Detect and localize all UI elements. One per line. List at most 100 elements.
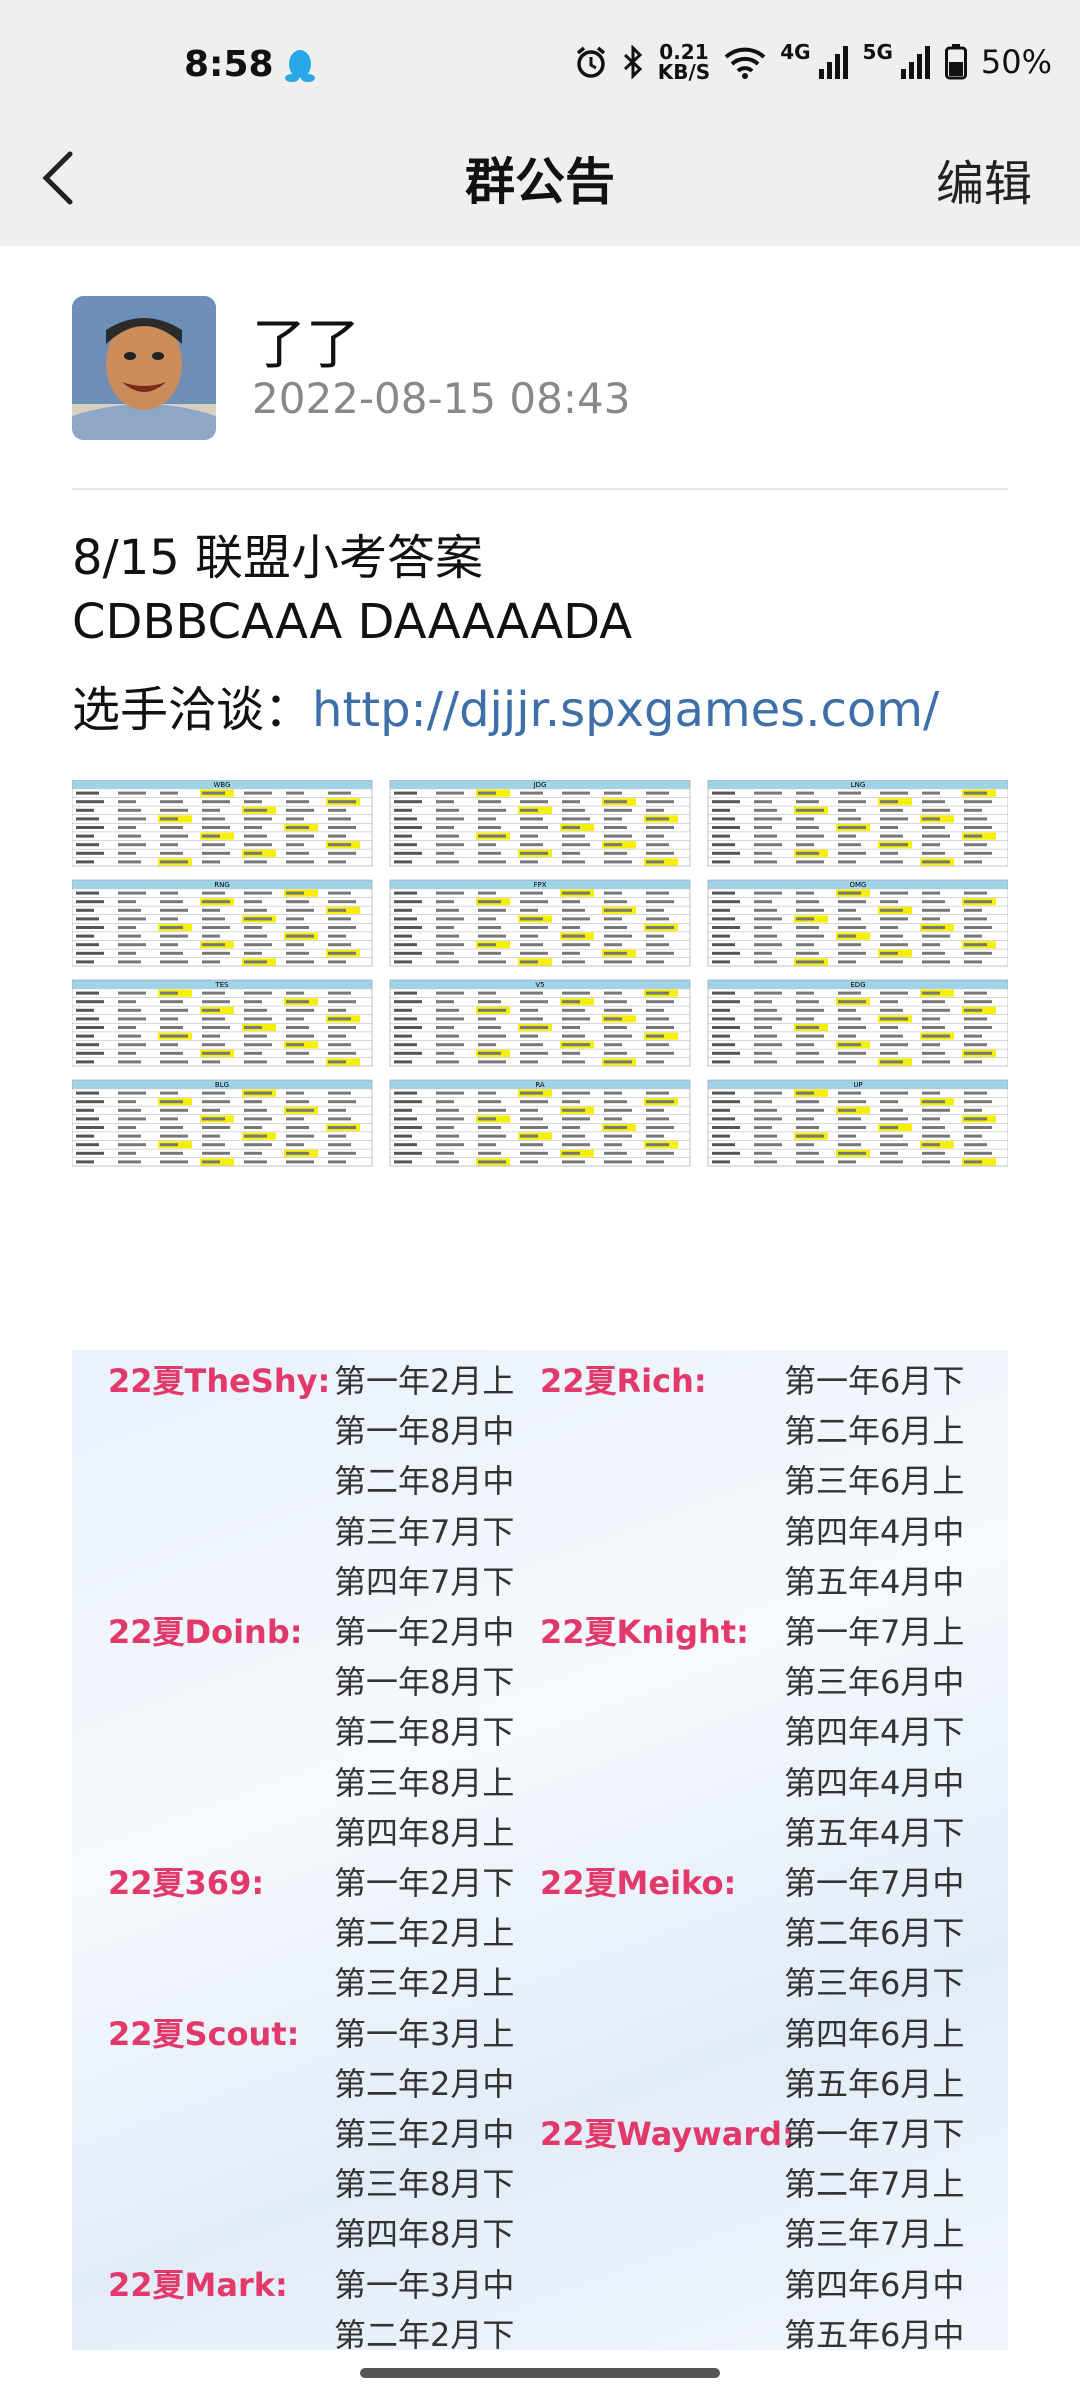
- table-cell-text: [754, 1134, 777, 1138]
- table-cell-text: [160, 808, 188, 812]
- table-cell-text: [160, 1026, 183, 1029]
- table-row-line: [72, 897, 372, 898]
- table-cell-text: [202, 934, 220, 938]
- table-cell-text: [478, 817, 496, 821]
- table-cell-text: [880, 1026, 898, 1029]
- table-cell-text: [436, 934, 459, 938]
- table-row-line: [72, 1148, 372, 1150]
- calendar-slot: 第四年8月上: [334, 1813, 515, 1852]
- table-cell-text: [754, 943, 782, 947]
- table-cell-text: [286, 1126, 309, 1129]
- table-cell-text: [562, 926, 580, 929]
- table-cell-text: [646, 860, 664, 864]
- table-cell-text: [478, 943, 496, 947]
- table-cell-text: [394, 860, 412, 864]
- table-cell-text: [286, 1091, 304, 1095]
- table-row-line: [708, 1031, 1008, 1033]
- edit-button[interactable]: 编辑: [936, 144, 1032, 214]
- table-cell-text: [478, 934, 506, 938]
- table-cell-text: [754, 1100, 772, 1104]
- table-row-line: [390, 805, 690, 807]
- table-cell-text: [880, 1043, 908, 1047]
- table-cell-text: [712, 1008, 730, 1012]
- table-row-line: [708, 948, 1008, 950]
- table-cell-text: [646, 1060, 664, 1064]
- table-cell-text: [646, 1051, 674, 1055]
- table-cell-text: [478, 926, 501, 929]
- table-cell-text: [160, 851, 183, 855]
- table-cell-text: [328, 991, 351, 995]
- table-cell-text: [922, 1134, 950, 1138]
- table-cell-text: [964, 943, 987, 947]
- table-cell-text: [922, 826, 945, 829]
- table-row-line: [72, 1040, 372, 1041]
- table-cell-text: [328, 1060, 346, 1064]
- table-cell-text: [394, 1026, 422, 1029]
- table-cell-text: [202, 1026, 230, 1029]
- table-cell-text: [964, 1151, 992, 1155]
- table-row-line: [72, 1097, 372, 1098]
- table-cell-text: [754, 1000, 772, 1004]
- table-row-line: [708, 931, 1008, 933]
- table-cell-text: [838, 900, 866, 904]
- calendar-slot: 第五年4月下: [784, 1813, 965, 1852]
- table-cell-text: [436, 1134, 459, 1138]
- table-cell-text: [796, 791, 814, 795]
- table-cell-text: [922, 1043, 940, 1047]
- net-speed-unit: KB/S: [657, 60, 711, 84]
- avatar[interactable]: [72, 296, 216, 440]
- table-cell-text: [286, 943, 304, 947]
- table-cell-text: [478, 851, 501, 855]
- table-cell-text: [160, 1000, 183, 1004]
- table-cell-text: [604, 851, 627, 855]
- player-calendar-image[interactable]: 22夏TheShy: 第一年2月上 第一年8月中 第二年8月中 第三年7月下 第四年7月下…: [72, 1350, 1008, 2350]
- table-cell-text: [754, 1117, 782, 1121]
- table-cell-text: [922, 1091, 940, 1095]
- table-cell-text: [754, 1126, 772, 1129]
- table-cell-text: [286, 808, 314, 812]
- table-cell-text: [880, 1126, 898, 1129]
- table-cell-text: [880, 800, 898, 804]
- table-cell-text: [520, 1026, 548, 1029]
- table-row-line: [72, 823, 372, 824]
- table-cell-text: [286, 991, 304, 995]
- table-cell-text: [478, 1117, 496, 1121]
- table-cell-text: [478, 1091, 496, 1095]
- table-cell-text: [202, 1043, 225, 1047]
- alarm-icon: [576, 46, 605, 78]
- table-cell-text: [202, 960, 220, 964]
- table-cell-text: [394, 891, 417, 895]
- table-cell-text: [520, 1143, 543, 1147]
- calendar-player-name: 22夏Rich:: [540, 1362, 707, 1400]
- table-cell-text: [286, 1034, 314, 1038]
- table-cell-text: [880, 1151, 898, 1155]
- table-cell-text: [646, 1100, 674, 1104]
- table-row-line: [390, 814, 690, 815]
- negotiation-link[interactable]: http://djjjr.spxgames.com/: [312, 682, 939, 738]
- roster-table-image[interactable]: WBG JDG LNG RNG FPX OMG TES V5 EDG BLG RA UP: [72, 780, 1008, 1186]
- table-cell-text: [562, 1051, 580, 1055]
- home-indicator[interactable]: [360, 2368, 720, 2378]
- signal-1-label: 4G: [780, 40, 811, 64]
- calendar-slot: 第一年7月上: [784, 1613, 965, 1651]
- table-cell-text: [328, 908, 346, 912]
- table-cell-text: [838, 1126, 866, 1129]
- table-cell-text: [838, 1100, 866, 1104]
- table-cell-text: [922, 834, 950, 838]
- table-cell-text: [562, 1134, 585, 1138]
- table-cell-text: [646, 817, 669, 821]
- table-cell-text: [76, 908, 94, 912]
- table-cell-text: [76, 926, 104, 929]
- table-cell-text: [328, 1160, 346, 1164]
- table-cell-text: [712, 991, 735, 995]
- calendar-slot: 第一年3月中: [334, 2265, 515, 2304]
- table-cell-text: [76, 1008, 94, 1012]
- table-cell-text: [796, 808, 824, 812]
- table-cell-text: [328, 851, 356, 855]
- table-cell-text: [796, 860, 824, 864]
- table-cell-text: [964, 1026, 992, 1029]
- table-cell-text: [286, 817, 304, 821]
- table-cell-text: [328, 943, 351, 947]
- table-cell-text: [478, 1160, 506, 1164]
- table-cell-text: [562, 1091, 590, 1095]
